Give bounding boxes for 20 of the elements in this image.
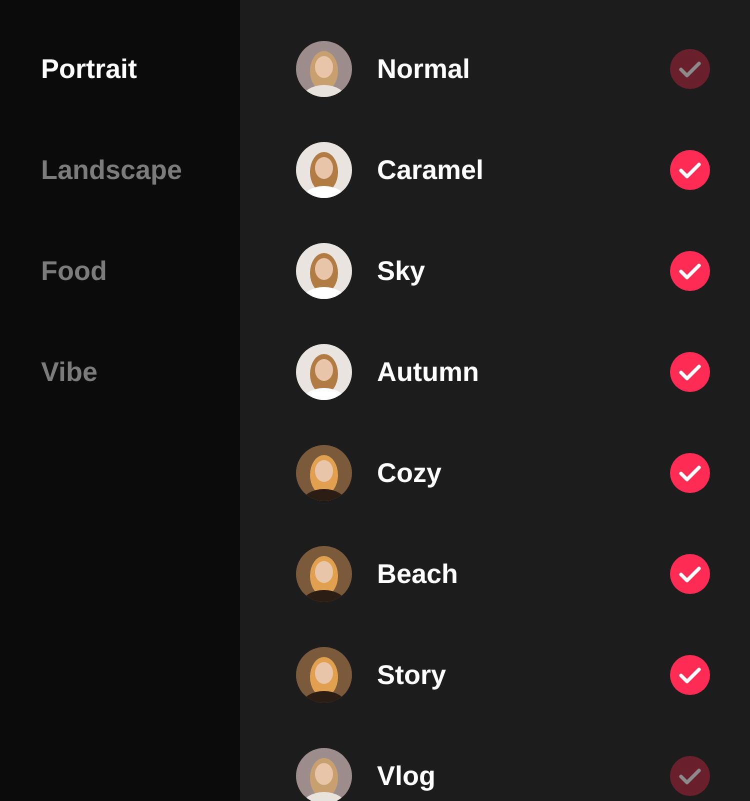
filter-name: Vlog — [377, 760, 436, 792]
category-tab[interactable]: Vibe — [41, 355, 98, 389]
filter-name: Caramel — [377, 154, 485, 186]
checkmark-icon[interactable] — [670, 655, 710, 695]
category-tab[interactable]: Food — [41, 254, 107, 288]
category-tab[interactable]: Portrait — [41, 52, 138, 86]
filter-name: Story — [377, 660, 448, 690]
checkmark-icon[interactable] — [670, 352, 710, 392]
filter-name: Normal — [377, 54, 472, 84]
checkmark-icon[interactable] — [670, 453, 710, 493]
checkmark-icon[interactable] — [670, 49, 710, 89]
checkmark-icon[interactable] — [670, 150, 710, 190]
filter-name: Cozy — [377, 458, 443, 488]
checkmark-icon[interactable] — [670, 251, 710, 291]
filter-name: Autumn — [377, 356, 480, 388]
filter-name: Sky — [377, 256, 426, 286]
checkmark-icon[interactable] — [670, 756, 710, 796]
category-tab[interactable]: Landscape — [41, 153, 182, 187]
filter-name: Beach — [377, 558, 460, 590]
checkmark-icon[interactable] — [670, 554, 710, 594]
